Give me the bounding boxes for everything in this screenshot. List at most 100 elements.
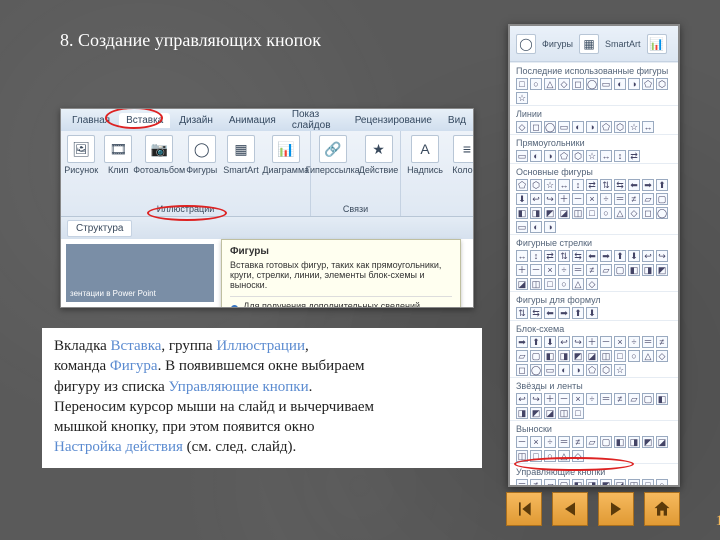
shape-swatch: ◧: [614, 436, 626, 448]
shape-swatch: ↔: [642, 121, 654, 133]
shape-swatch: ◯: [544, 121, 556, 133]
shape-swatch: ≠: [628, 193, 640, 205]
shape-swatch: ➡: [516, 336, 528, 348]
shape-swatch: ▭: [600, 78, 612, 90]
shape-swatch: □: [586, 207, 598, 219]
shape-swatch: ◧: [544, 350, 556, 362]
shape-swatch: ⬠: [558, 150, 570, 162]
shape-swatch: ◯: [656, 207, 668, 219]
shape-swatch: ☆: [516, 92, 528, 104]
album-icon: 📷: [145, 135, 173, 163]
shape-swatch: ↩: [558, 336, 570, 348]
shape-swatch: ÷: [544, 436, 556, 448]
shape-swatch: ⬆: [656, 179, 668, 191]
shape-swatch: ▱: [642, 193, 654, 205]
shape-swatch: ◧: [656, 393, 668, 405]
shape-grid: ＝≠▱▢◧◨◩◪◫□○△: [516, 479, 672, 487]
shape-swatch: ▭: [516, 150, 528, 162]
picture-icon: 🖼: [67, 135, 95, 163]
shape-swatch: ◑: [544, 150, 556, 162]
shape-swatch: △: [544, 78, 556, 90]
shape-swatch: ⬆: [572, 307, 584, 319]
shape-swatch: ↩: [642, 250, 654, 262]
tab-home: Главная: [65, 113, 117, 128]
shape-swatch: ×: [614, 336, 626, 348]
shape-swatch: ↔: [558, 179, 570, 191]
shape-grid: ◇◻◯▭◐◑⬠⬡☆↔: [516, 121, 672, 133]
shape-swatch: ≠: [586, 264, 598, 276]
shapes-icon: ◯: [516, 34, 536, 54]
shape-swatch: ⬆: [530, 336, 542, 348]
shape-swatch: ➡: [642, 179, 654, 191]
smartart-icon: ▦: [579, 34, 599, 54]
shape-swatch: ×: [530, 436, 542, 448]
shapes-gallery-header: ◯Фигуры ▦SmartArt 📊: [510, 26, 678, 62]
hyperlink-icon: 🔗: [319, 135, 347, 163]
shape-swatch: ○: [530, 78, 542, 90]
shape-swatch: －: [572, 193, 584, 205]
shape-swatch: ◑: [628, 78, 640, 90]
thumb-caption: зентации в Power Point: [70, 289, 156, 298]
nav-first-button[interactable]: [506, 492, 542, 526]
shape-swatch: ◨: [586, 479, 598, 487]
shape-swatch: ↕: [614, 150, 626, 162]
shape-swatch: ⇅: [558, 250, 570, 262]
shape-category-label: Линии: [516, 109, 672, 119]
shape-swatch: ◐: [530, 221, 542, 233]
shape-category-label: Звёзды и ленты: [516, 381, 672, 391]
shape-swatch: ◨: [516, 407, 528, 419]
shapes-gallery: ◯Фигуры ▦SmartArt 📊 Последние использова…: [508, 24, 680, 487]
shape-category-label: Прямоугольники: [516, 138, 672, 148]
shape-swatch: ◩: [530, 407, 542, 419]
shape-category-label: Блок-схема: [516, 324, 672, 334]
tab-slideshow: Показ слайдов: [285, 108, 346, 133]
shape-swatch: ◑: [586, 121, 598, 133]
shape-swatch: ≠: [572, 436, 584, 448]
shape-swatch: ＝: [572, 264, 584, 276]
shape-swatch: ＝: [516, 479, 528, 487]
shape-grid: □○△◇◻◯▭◐◑⬠⬡☆: [516, 78, 672, 104]
shape-swatch: ▢: [614, 264, 626, 276]
shape-category-label: Основные фигуры: [516, 167, 672, 177]
group-illustrations-label: Иллюстрации: [67, 204, 304, 214]
shape-swatch: ≠: [530, 479, 542, 487]
shape-swatch: ◨: [558, 350, 570, 362]
shape-swatch: ⬠: [586, 364, 598, 376]
shape-swatch: ⬅: [544, 307, 556, 319]
shape-swatch: ⬠: [516, 179, 528, 191]
shape-swatch: ◫: [516, 450, 528, 462]
shape-swatch: ⬅: [628, 179, 640, 191]
shape-swatch: ≠: [614, 393, 626, 405]
tooltip-title: Фигуры: [230, 246, 452, 257]
shape-swatch: ➡: [600, 250, 612, 262]
shape-swatch: ◨: [628, 436, 640, 448]
shape-category: Управляющие кнопки＝≠▱▢◧◨◩◪◫□○△: [510, 463, 678, 487]
shape-swatch: －: [516, 436, 528, 448]
shape-swatch: ⬡: [572, 150, 584, 162]
skip-first-icon: [514, 499, 534, 519]
shape-swatch: ▢: [530, 350, 542, 362]
shape-swatch: ÷: [586, 393, 598, 405]
shape-swatch: ×: [586, 193, 598, 205]
shape-swatch: ÷: [628, 336, 640, 348]
shape-swatch: ◪: [516, 278, 528, 290]
nav-next-button[interactable]: [598, 492, 634, 526]
shape-swatch: ⬡: [530, 179, 542, 191]
shapes-icon: ◯: [188, 135, 216, 163]
shape-swatch: □: [572, 407, 584, 419]
cmd-picture: 🖼Рисунок: [64, 135, 98, 175]
cmd-shapes: ◯Фигуры: [186, 135, 217, 175]
shape-swatch: ◑: [544, 221, 556, 233]
tooltip-body: Вставка готовых фигур, таких как прямоуг…: [230, 260, 452, 290]
shape-swatch: ⇆: [572, 250, 584, 262]
shape-swatch: ◻: [516, 364, 528, 376]
shape-grid: ⇅⇆⬅➡⬆⬇: [516, 307, 672, 319]
shape-swatch: ◫: [628, 479, 640, 487]
nav-prev-button[interactable]: [552, 492, 588, 526]
shape-swatch: ▢: [656, 193, 668, 205]
shape-swatch: －: [558, 393, 570, 405]
shape-swatch: ⬠: [642, 78, 654, 90]
nav-home-button[interactable]: [644, 492, 680, 526]
cmd-action: ★Действие: [359, 135, 399, 175]
shape-swatch: ⇆: [614, 179, 626, 191]
